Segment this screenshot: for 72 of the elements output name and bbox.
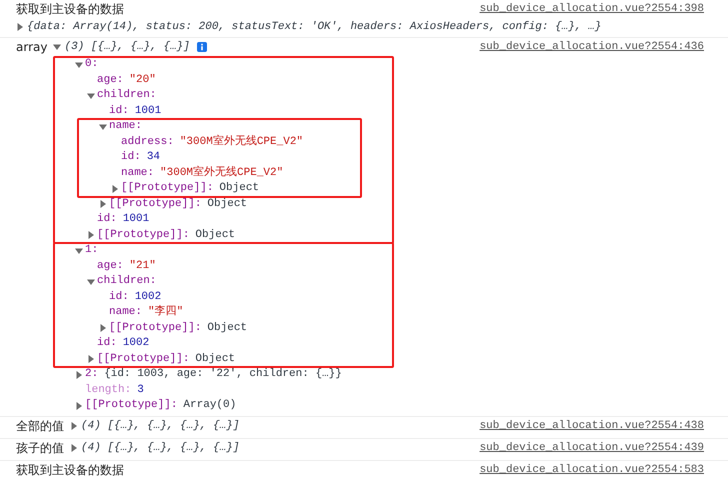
property-value: Object	[207, 320, 248, 336]
property-value: "21"	[129, 258, 156, 274]
property-key: id:	[109, 290, 129, 305]
property-key: name:	[109, 119, 142, 134]
triangle-right-icon[interactable]	[70, 444, 78, 452]
property-value: 1001	[134, 104, 162, 118]
property-value: 1002	[122, 336, 150, 351]
property-key: [[Prototype]]:	[85, 398, 178, 414]
property-value: Object	[207, 196, 248, 212]
property-key: [[Prototype]]:	[109, 320, 202, 336]
property-key: id:	[97, 212, 117, 228]
property-key: name:	[109, 305, 142, 320]
property-key: [[Prototype]]:	[97, 352, 190, 367]
triangle-right-icon[interactable]	[87, 231, 95, 240]
triangle-right-icon[interactable]	[70, 422, 78, 430]
log-label: 孩子的值	[16, 440, 64, 454]
property-key: id:	[109, 104, 129, 119]
property-value: Object	[219, 181, 260, 196]
property-value: {id: 1003, age: '22', children: {…}}	[104, 367, 342, 382]
log-label: 全部的值	[16, 418, 64, 432]
log-label: array	[16, 40, 48, 54]
property-key: 0:	[85, 57, 98, 72]
property-value: 1001	[122, 212, 150, 227]
triangle-down-icon[interactable]	[53, 43, 62, 51]
triangle-down-icon[interactable]	[99, 122, 107, 131]
source-link[interactable]: sub_device_allocation.vue?2554:398	[480, 1, 704, 17]
property-key: length:	[85, 382, 132, 398]
object-preview: (4) [{…}, {…}, {…}, {…}]	[81, 418, 240, 434]
property-value: "300M室外无线CPE_V2"	[180, 134, 304, 150]
object-preview: {data: Array(14), status: 200, statusText: 'OK', headers: AxiosHeaders, config: {…}, …}	[27, 20, 602, 35]
property-key: id:	[97, 336, 117, 352]
property-key: [[Prototype]]:	[109, 196, 202, 212]
source-link[interactable]: sub_device_allocation.vue?2554:583	[480, 462, 704, 478]
object-preview: (3) [{…}, {…}, {…}]	[64, 40, 190, 55]
triangle-right-icon[interactable]	[111, 184, 119, 193]
log-label: 获取到主设备的数据	[16, 2, 124, 16]
source-link[interactable]: sub_device_allocation.vue?2554:438	[480, 418, 704, 434]
property-value: Array(0)	[183, 398, 236, 413]
property-value: Object	[195, 228, 236, 242]
property-key: age:	[97, 72, 124, 88]
property-key: id:	[121, 150, 141, 166]
triangle-down-icon[interactable]	[75, 60, 83, 69]
property-key: address:	[121, 134, 174, 150]
triangle-right-icon[interactable]	[16, 23, 24, 31]
triangle-down-icon[interactable]	[87, 278, 95, 286]
triangle-down-icon[interactable]	[87, 92, 95, 100]
property-value: Object	[195, 352, 236, 366]
property-value: 1002	[134, 290, 162, 304]
property-value: "李四"	[148, 305, 184, 320]
triangle-right-icon[interactable]	[99, 324, 107, 332]
property-key: [[Prototype]]:	[97, 228, 190, 243]
property-key: age:	[97, 258, 124, 274]
source-link[interactable]: sub_device_allocation.vue?2554:439	[480, 440, 704, 456]
property-key: children:	[97, 274, 156, 290]
property-value: 34	[146, 150, 160, 165]
log-label: 获取到主设备的数据	[16, 462, 124, 476]
info-icon[interactable]	[196, 42, 207, 52]
triangle-right-icon[interactable]	[99, 200, 107, 208]
property-key: 2:	[85, 367, 98, 382]
triangle-right-icon[interactable]	[87, 355, 95, 364]
property-value: 3	[137, 382, 144, 398]
property-value: "20"	[129, 72, 156, 88]
property-key: 1:	[85, 243, 98, 258]
triangle-down-icon[interactable]	[75, 246, 83, 255]
property-key: children:	[97, 88, 156, 104]
triangle-right-icon[interactable]	[75, 370, 83, 379]
source-link[interactable]: sub_device_allocation.vue?2554:436	[480, 39, 704, 55]
property-value: "300M室外无线CPE_V2"	[160, 166, 284, 180]
object-preview: (4) [{…}, {…}, {…}, {…}]	[81, 440, 240, 456]
triangle-right-icon[interactable]	[75, 402, 83, 410]
property-key: name:	[121, 166, 154, 181]
property-key: [[Prototype]]:	[121, 181, 214, 196]
